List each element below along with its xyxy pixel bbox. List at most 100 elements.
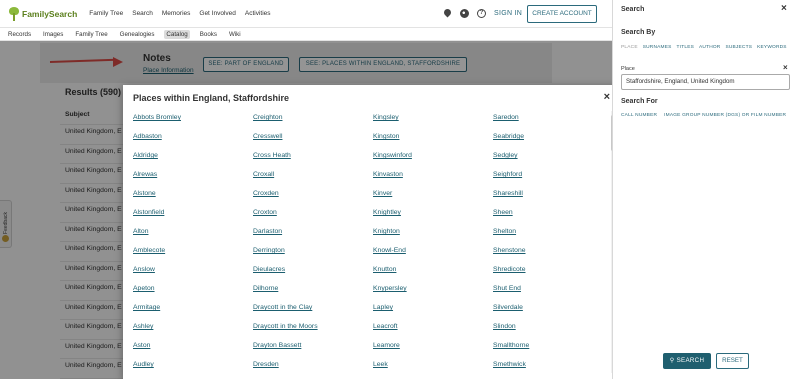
search-by-tab-titles[interactable]: TITLES [677, 45, 694, 50]
search-by-tab-keywords[interactable]: KEYWORDS [757, 45, 787, 50]
tree-logo-icon [8, 6, 20, 21]
place-link[interactable]: Armitage [133, 304, 160, 311]
place-link[interactable]: Seighford [493, 171, 522, 178]
place-link[interactable]: Alstone [133, 190, 156, 197]
search-by-tab-author[interactable]: AUTHOR [699, 45, 720, 50]
nav-get-involved[interactable]: Get Involved [199, 10, 236, 17]
places-within-modal: Places within England, Staffordshire × A… [123, 85, 620, 379]
place-link[interactable]: Knypersley [373, 285, 407, 292]
place-link[interactable]: Anslow [133, 266, 155, 273]
place-link[interactable]: Abbots Bromley [133, 114, 181, 121]
place-link[interactable]: Croxton [253, 209, 277, 216]
place-link[interactable]: Aldridge [133, 152, 158, 159]
place-link[interactable]: Sheen [493, 209, 513, 216]
place-link[interactable]: Amblecote [133, 247, 165, 254]
place-link[interactable]: Knightley [373, 209, 401, 216]
place-link[interactable]: Alstonfield [133, 209, 164, 216]
place-link[interactable]: Kingswinford [373, 152, 412, 159]
place-link[interactable]: Smallthorne [493, 342, 529, 349]
place-link[interactable]: Croxden [253, 190, 279, 197]
search-panel-title: Search [621, 6, 645, 13]
image-group-number-tab[interactable]: IMAGE GROUP NUMBER (DGS) OR FILM NUMBER [664, 113, 786, 118]
header-icons: ? [444, 9, 494, 18]
place-link[interactable]: Shredicote [493, 266, 526, 273]
reset-button[interactable]: RESET [716, 353, 749, 369]
place-link[interactable]: Audley [133, 361, 154, 368]
place-link[interactable]: Knighton [373, 228, 400, 235]
place-link[interactable]: Aston [133, 342, 150, 349]
place-link[interactable]: Kingston [373, 133, 399, 140]
place-link[interactable]: Saredon [493, 114, 519, 121]
place-clear-icon[interactable]: × [783, 63, 788, 72]
place-link[interactable]: Adbaston [133, 133, 162, 140]
place-link[interactable]: Drayton Bassett [253, 342, 301, 349]
search-by-tab-place[interactable]: PLACE [621, 45, 638, 50]
subnav-books[interactable]: Books [198, 30, 219, 39]
subnav-wiki[interactable]: Wiki [227, 30, 243, 39]
place-link[interactable]: Leek [373, 361, 388, 368]
place-link[interactable]: Darlaston [253, 228, 282, 235]
place-link[interactable]: Leamore [373, 342, 400, 349]
place-link[interactable]: Dilhorne [253, 285, 278, 292]
modal-title: Places within England, Staffordshire [133, 93, 290, 103]
place-link[interactable]: Dieulacres [253, 266, 285, 273]
search-button[interactable]: ⚲ SEARCH [663, 353, 711, 369]
call-number-tab[interactable]: CALL NUMBER [621, 113, 657, 118]
search-panel-close-icon[interactable]: × [781, 3, 787, 14]
place-link[interactable]: Smethwick [493, 361, 526, 368]
place-link[interactable]: Shelton [493, 228, 516, 235]
subnav-records[interactable]: Records [6, 30, 33, 39]
nav-search[interactable]: Search [132, 10, 153, 17]
place-link[interactable]: Apeton [133, 285, 155, 292]
place-link[interactable]: Lapley [373, 304, 393, 311]
place-link[interactable]: Shenstone [493, 247, 526, 254]
place-link[interactable]: Shut End [493, 285, 521, 292]
place-link[interactable]: Kinvaston [373, 171, 403, 178]
search-button-label: SEARCH [676, 357, 705, 364]
sign-in-link[interactable]: SIGN IN [494, 10, 522, 17]
place-link[interactable]: Draycott in the Moors [253, 323, 318, 330]
main-nav: Family Tree Search Memories Get Involved… [89, 10, 279, 17]
top-navigation: FamilySearch Family Tree Search Memories… [0, 0, 612, 28]
place-link[interactable]: Creighton [253, 114, 282, 121]
place-link[interactable]: Slindon [493, 323, 516, 330]
subnav-catalog[interactable]: Catalog [164, 29, 190, 39]
nav-memories[interactable]: Memories [162, 10, 191, 17]
place-link[interactable]: Alrewas [133, 171, 157, 178]
search-by-tab-subjects[interactable]: SUBJECTS [725, 45, 752, 50]
modal-close-icon[interactable]: × [604, 91, 610, 103]
nav-family-tree[interactable]: Family Tree [89, 10, 123, 17]
place-link[interactable]: Knowl-End [373, 247, 406, 254]
place-link[interactable]: Knutton [373, 266, 396, 273]
place-link[interactable]: Shareshill [493, 190, 523, 197]
place-link[interactable]: Dresden [253, 361, 279, 368]
place-link[interactable]: Leacroft [373, 323, 398, 330]
place-link[interactable]: Croxall [253, 171, 274, 178]
familysearch-logo[interactable]: FamilySearch [8, 6, 77, 21]
place-link[interactable]: Kingsley [373, 114, 399, 121]
place-link[interactable]: Kinver [373, 190, 392, 197]
create-account-button[interactable]: CREATE ACCOUNT [527, 5, 597, 23]
place-link[interactable]: Silverdale [493, 304, 523, 311]
place-link[interactable]: Derrington [253, 247, 285, 254]
help-icon[interactable]: ? [477, 9, 486, 18]
place-link[interactable]: Draycott in the Clay [253, 304, 312, 311]
place-input[interactable]: Staffordshire, England, United Kingdom [621, 74, 790, 90]
search-by-heading: Search By [621, 29, 656, 36]
nav-activities[interactable]: Activities [245, 10, 271, 17]
search-by-tab-surnames[interactable]: SURNAMES [643, 45, 672, 50]
search-panel: Search × Search By PLACE SURNAMES TITLES AU… [612, 0, 800, 379]
place-link[interactable]: Seabridge [493, 133, 524, 140]
place-link[interactable]: Cross Heath [253, 152, 291, 159]
place-label: Place [621, 66, 635, 72]
subnav-family-tree[interactable]: Family Tree [73, 30, 109, 39]
globe-icon[interactable] [460, 9, 469, 18]
place-link[interactable]: Alton [133, 228, 149, 235]
place-link[interactable]: Ashley [133, 323, 153, 330]
subnav-genealogies[interactable]: Genealogies [118, 30, 157, 39]
search-for-tabs: CALL NUMBER IMAGE GROUP NUMBER (DGS) OR … [621, 111, 796, 118]
place-link[interactable]: Sedgley [493, 152, 518, 159]
place-link[interactable]: Cresswell [253, 133, 282, 140]
subnav-images[interactable]: Images [41, 30, 65, 39]
location-pin-icon[interactable] [444, 9, 451, 18]
